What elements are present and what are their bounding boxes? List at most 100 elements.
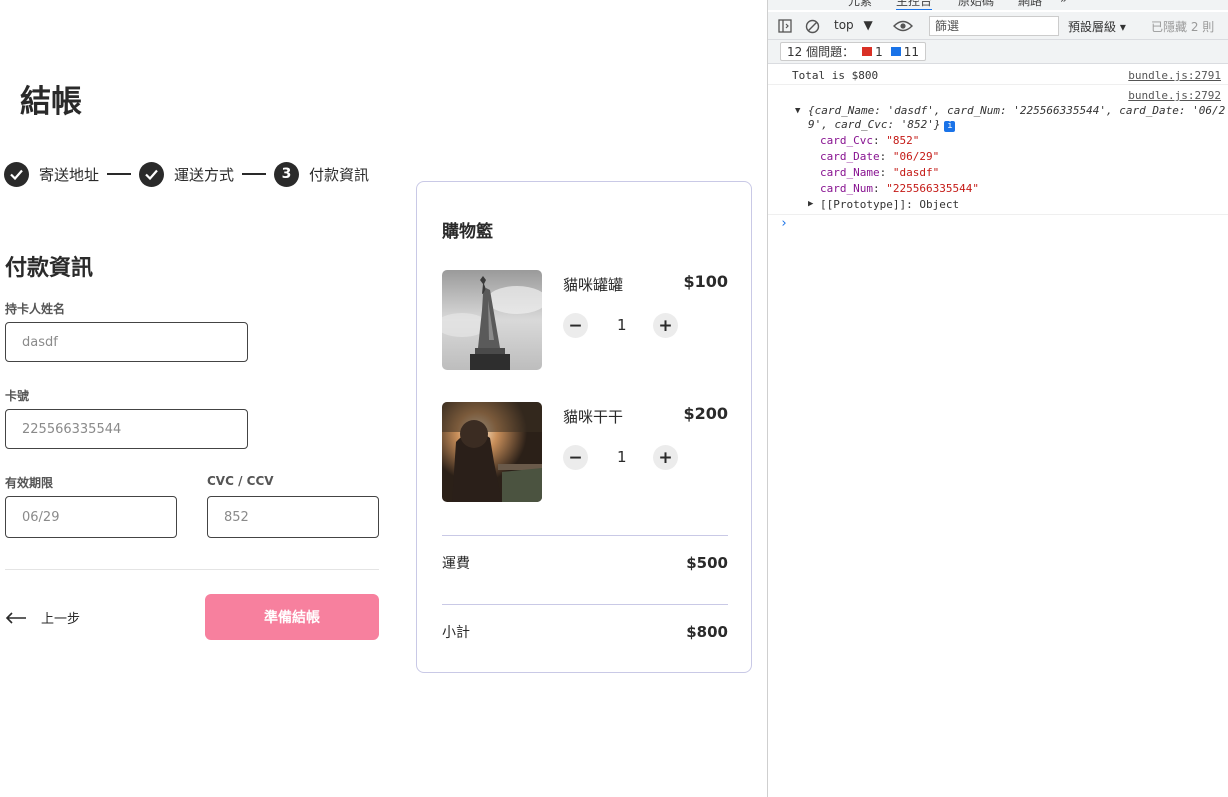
minus-icon[interactable]: − (563, 445, 588, 470)
eye-icon[interactable] (892, 17, 914, 35)
step-shipping-method[interactable]: 運送方式 (139, 161, 235, 187)
item-quantity: 1 (617, 448, 627, 466)
expiry-label: 有效期限 (5, 476, 54, 490)
card-name-label: 持卡人姓名 (5, 302, 66, 316)
hidden-count: 已隱藏 2 則 (1151, 20, 1215, 34)
checkout-submit-button[interactable]: 準備結帳 (205, 594, 379, 640)
prop-value: "dasdf" (892, 166, 940, 179)
step-label: 付款資訊 (309, 165, 370, 184)
devtools-tabs: 元素 主控台 原始碼 網路 » (768, 0, 1228, 10)
console-source-link[interactable]: bundle.js:2792 (1128, 89, 1221, 102)
product-image (442, 270, 542, 370)
console-separator (768, 84, 1228, 85)
cvc-label: CVC / CCV (207, 474, 274, 488)
step-connector (242, 173, 267, 175)
card-number-label: 卡號 (5, 389, 30, 403)
prop-value: "852" (886, 134, 920, 147)
console-prompt-icon[interactable]: › (780, 216, 788, 231)
shipping-label: 運費 (442, 556, 470, 572)
issues-button[interactable]: 12 個問題： 1 11 (780, 42, 927, 61)
tab-more[interactable]: » (1060, 0, 1067, 6)
console-prop: card_Date: "06/29" (820, 150, 940, 163)
console-prop: card_Num: "225566335544" (820, 182, 979, 195)
console-log-text: Total is $800 (792, 69, 879, 82)
dropdown-arrow-icon: ▼ (863, 18, 873, 32)
checkout-page: 結帳 寄送地址 運送方式 3 付款資訊 付款資訊 持卡人姓名 dasdf 卡號 … (0, 0, 767, 797)
prop-key: card_Date (820, 150, 880, 163)
subtotal-label: 小計 (442, 625, 470, 641)
subtotal-row: 小計 $800 (442, 622, 728, 642)
cvc-input[interactable]: 852 (207, 496, 379, 538)
log-levels-dropdown[interactable]: 預設層級 ▾ (1068, 18, 1126, 35)
info-icon[interactable]: i (944, 121, 956, 132)
plus-icon[interactable]: + (653, 313, 678, 338)
console-prop: card_Cvc: "852" (820, 134, 920, 147)
item-name: 貓咪干干 (563, 408, 624, 426)
prop-key: card_Num (820, 182, 873, 195)
devtools-panel: 元素 主控台 原始碼 網路 » top ▼ 篩選 預設層級 ▾ 已隱藏 2 則 … (767, 0, 1228, 797)
console-object-preview-tail: 9', card_Cvc: '852'} (808, 118, 941, 131)
issues-label: 12 個問題： (787, 45, 855, 59)
prop-key: card_Name (820, 166, 880, 179)
expand-triangle-icon[interactable]: ▶ (808, 199, 813, 209)
item-price: $200 (683, 404, 728, 423)
section-title: 付款資訊 (5, 256, 94, 281)
card-name-input[interactable]: dasdf (5, 322, 248, 362)
console-filter-input[interactable]: 篩選 (929, 16, 1059, 36)
item-price: $100 (683, 272, 728, 291)
subtotal-value: $800 (686, 623, 728, 641)
console-source-link[interactable]: bundle.js:2791 (1128, 69, 1221, 82)
prop-value: "225566335544" (886, 182, 979, 195)
expand-triangle-icon[interactable]: ▼ (795, 106, 800, 116)
tab-elements[interactable]: 元素 (848, 0, 872, 9)
check-icon (139, 161, 165, 187)
issues-info-count: 11 (903, 44, 920, 59)
step-label: 運送方式 (174, 165, 235, 184)
console-object-preview: {card_Name: 'dasdf', card_Num: '22556633… (808, 104, 1226, 117)
step-payment-info[interactable]: 3 付款資訊 (274, 161, 370, 187)
minus-icon[interactable]: − (563, 313, 588, 338)
console-prop: card_Name: "dasdf" (820, 166, 940, 179)
plus-icon[interactable]: + (653, 445, 678, 470)
console-object-preview-cont: 9', card_Cvc: '852'} i (808, 118, 956, 132)
checkout-stepper: 寄送地址 運送方式 3 付款資訊 (4, 161, 369, 187)
cart-divider (442, 604, 728, 605)
back-label: 上一步 (41, 611, 81, 627)
context-label: top (834, 18, 854, 32)
step-shipping-address[interactable]: 寄送地址 (4, 161, 100, 187)
prop-value: "06/29" (892, 150, 940, 163)
cart-panel: 購物籃 貓咪罐罐 $100 − 1 + 貓咪干干 $200 − 1 + 運費 $… (416, 181, 752, 673)
expiry-input[interactable]: 06/29 (5, 496, 177, 538)
prop-key: card_Cvc (820, 134, 873, 147)
cart-item: 貓咪罐罐 $100 − 1 + (442, 270, 728, 370)
cart-divider (442, 535, 728, 536)
console-toolbar: top ▼ 篩選 預設層級 ▾ 已隱藏 2 則 (768, 12, 1228, 40)
info-message-icon (890, 47, 901, 56)
cart-item: 貓咪干干 $200 − 1 + (442, 402, 728, 502)
step-connector (107, 173, 132, 175)
tab-console[interactable]: 主控台 (896, 0, 933, 10)
tab-network[interactable]: 網路 (1018, 0, 1042, 9)
context-selector[interactable]: top ▼ (834, 18, 873, 32)
issues-bar: 12 個問題： 1 11 (768, 40, 1228, 64)
console-prototype: [[Prototype]]: Object (820, 198, 960, 211)
dropdown-arrow-icon: ▾ (1119, 20, 1126, 34)
card-number-input[interactable]: 225566335544 (5, 409, 248, 449)
form-divider (5, 569, 379, 570)
arrow-left-icon (5, 607, 27, 627)
back-button[interactable]: 上一步 (5, 607, 80, 627)
error-flag-icon (862, 47, 873, 56)
product-image (442, 402, 542, 502)
check-icon (4, 161, 29, 187)
clear-console-icon[interactable] (803, 17, 821, 35)
shipping-value: $500 (686, 554, 728, 572)
step-label: 寄送地址 (39, 165, 100, 184)
tab-sources[interactable]: 原始碼 (958, 0, 994, 9)
step-number: 3 (274, 161, 300, 187)
cart-title: 購物籃 (442, 222, 493, 242)
sidebar-toggle-icon[interactable] (776, 17, 794, 35)
shipping-row: 運費 $500 (442, 553, 728, 573)
log-levels-label: 預設層級 (1068, 20, 1117, 34)
item-name: 貓咪罐罐 (563, 276, 624, 294)
console-separator (768, 214, 1228, 215)
